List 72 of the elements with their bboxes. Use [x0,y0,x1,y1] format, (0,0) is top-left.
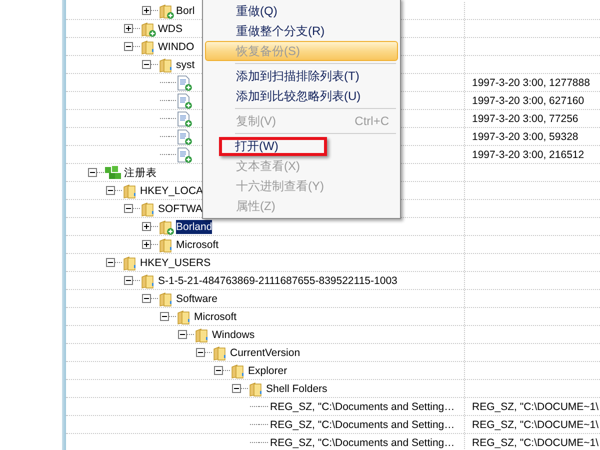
tree-item-label[interactable]: Explorer [248,364,288,378]
tree-item-label[interactable]: Software [176,292,218,306]
value-text: 1997-3-20 3:00, 216512 [472,148,584,160]
folder-icon [176,308,192,324]
tree-item-label[interactable]: REG_SZ, "C:\Documents and Setting… [270,418,455,432]
expand-toggle[interactable] [142,222,151,231]
tree-item-label[interactable]: 注册表 [124,166,157,180]
tree-item-label[interactable]: HKEY_LOCA [140,184,204,198]
tree-item-label[interactable]: Windows [212,328,255,342]
folder-plus-icon [158,218,174,234]
collapse-toggle[interactable] [196,348,205,357]
folder-icon [140,272,156,288]
menu-item[interactable]: 重做整个分支(R) [205,21,398,41]
tree-item-label[interactable]: S-1-5-21-484763869-2111687655-839522115-1003 [158,274,398,288]
folder-icon [122,254,138,270]
folder-plus-icon [158,2,174,18]
tree-item-label[interactable]: syst [176,58,195,72]
shortcut-text: Ctrl+C [354,114,389,128]
value-text: REG_SZ, "C:\DOCUME~1\ [472,418,599,430]
tree-item-label[interactable]: REG_SZ, "C:\Documents and Setting… [270,400,455,414]
collapse-toggle[interactable] [214,366,223,375]
tree-item-label[interactable]: CurrentVersion [230,346,300,360]
collapse-toggle[interactable] [142,60,151,69]
value-text: 1997-3-20 3:00, 59328 [472,130,578,142]
tree-item-label[interactable]: Borl [176,4,195,18]
collapse-toggle[interactable] [142,294,151,303]
tree-item-label[interactable]: WDS [158,22,182,36]
value-text: REG_SZ, "C:\DOCUME~1\ [472,436,599,448]
expand-toggle[interactable] [142,240,151,249]
folder-icon [158,236,174,252]
value-text: 1997-3-20 3:00, 627160 [472,94,584,106]
value-text: REG_SZ, "C:\DOCUME~1\ [472,400,599,412]
collapse-toggle[interactable] [106,258,115,267]
tree-item-label[interactable]: REG_SZ, "C:\Documents and Setting… [270,436,455,450]
tree-item-label[interactable]: Borland [176,220,212,234]
collapse-toggle[interactable] [160,312,169,321]
tree-item-label[interactable]: WINDO [158,40,194,54]
folder-icon [230,362,246,378]
file-plus-icon [176,128,192,144]
collapse-toggle[interactable] [178,330,187,339]
folder-icon [248,380,264,396]
folder-icon [158,290,174,306]
tree-item-label[interactable]: Microsoft [176,238,219,252]
file-plus-icon [176,74,192,90]
expand-toggle[interactable] [142,6,151,15]
cubes-icon [104,164,122,180]
menu-item[interactable]: 添加到比较忽略列表(U) [205,86,398,106]
folder-icon [158,56,174,72]
collapse-toggle[interactable] [124,42,133,51]
folder-icon [194,326,210,342]
folder-plus-icon [140,20,156,36]
tree-item-label[interactable]: SOFTWA [158,202,203,216]
tree-item-label[interactable]: Shell Folders [266,382,328,396]
collapse-toggle[interactable] [124,276,133,285]
expand-toggle[interactable] [124,24,133,33]
file-plus-icon [176,146,192,162]
tree-item-label[interactable]: HKEY_USERS [140,256,211,270]
collapse-toggle[interactable] [124,204,133,213]
folder-icon [122,182,138,198]
tree-item-label[interactable]: Microsoft [194,310,237,324]
collapse-toggle[interactable] [232,384,241,393]
value-text: 1997-3-20 3:00, 77256 [472,112,578,124]
file-plus-icon [176,92,192,108]
file-plus-icon [176,110,192,126]
folder-icon [212,344,228,360]
value-text: 1997-3-20 3:00, 1277888 [472,76,590,88]
folder-icon [140,38,156,54]
folder-icon [140,200,156,216]
collapse-toggle[interactable] [88,168,97,177]
menu-item[interactable]: 重做(Q) [205,1,398,21]
menu-item[interactable]: 添加到扫描排除列表(T) [205,66,398,86]
collapse-toggle[interactable] [106,186,115,195]
